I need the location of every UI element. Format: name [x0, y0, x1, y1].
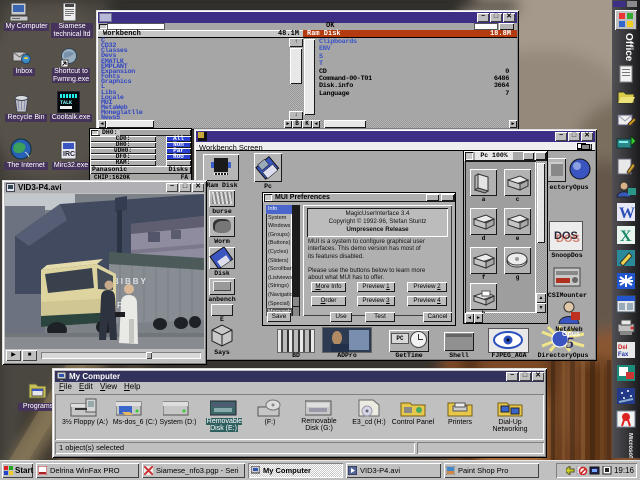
svg-text:Del: Del — [618, 345, 628, 351]
svg-text:X: X — [620, 228, 632, 245]
svg-text:Fax: Fax — [618, 352, 629, 358]
svg-text:IRC: IRC — [63, 151, 75, 158]
svg-text:W: W — [619, 205, 635, 222]
